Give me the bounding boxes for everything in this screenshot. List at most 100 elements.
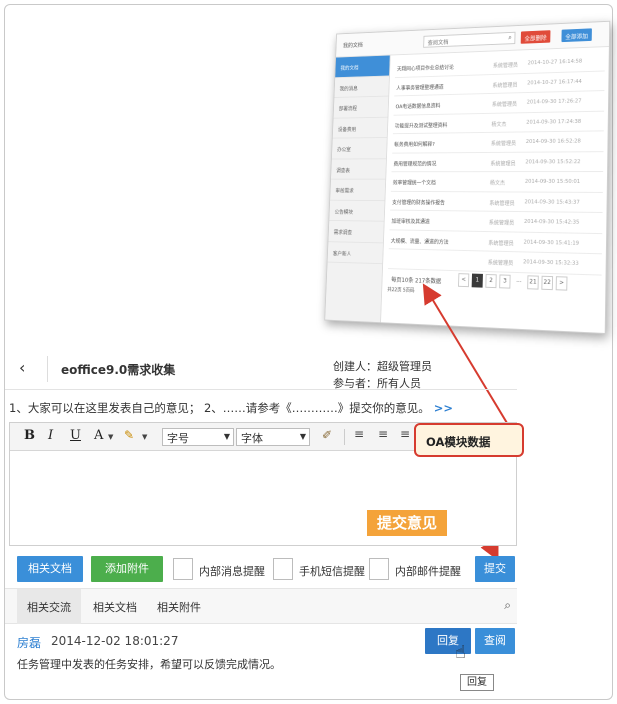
thumb-document-row[interactable]: 系统管理员 2014-09-30 15:32:33 <box>388 249 602 276</box>
thumb-pager-button[interactable]: 21 <box>527 275 539 290</box>
thumb-doc-title: 支付管理的财务操作报告 <box>392 199 445 206</box>
tab-related-docs[interactable]: 相关文档 <box>93 599 137 615</box>
add-attachment-button[interactable]: 添加附件 <box>91 556 163 582</box>
thumb-doc-date: 2014-09-30 16:52:28 <box>525 138 581 145</box>
description: 1、大家可以在这里发表自己的意见； 2、……请参考《…………》提交你的意见。 >> <box>9 400 453 416</box>
hand-cursor-icon: ☝ <box>455 642 466 663</box>
tab-related-discussion[interactable]: 相关交流 <box>17 589 81 624</box>
thumb-doc-author: 系统管理员 <box>490 141 517 148</box>
thumb-doc-title: 效率管理统一个文档 <box>392 180 436 187</box>
highlight-dropdown-icon[interactable]: ▼ <box>142 433 147 441</box>
thumb-doc-title: OA电话数据信息资料 <box>395 103 441 111</box>
internal-mail-checkbox[interactable] <box>369 558 389 580</box>
thumb-doc-date: 2014-10-27 16:14:58 <box>527 58 583 67</box>
panel-header: ‹ eoffice9.0需求收集 创建人：超级管理员 参与者：所有人员 <box>5 348 517 390</box>
action-bar: 相关文档 添加附件 内部消息提醒 手机短信提醒 内部邮件提醒 提交 <box>5 552 517 584</box>
thumb-pager-button[interactable]: 2 <box>485 274 497 289</box>
thumb-doc-date: 2014-09-30 15:50:01 <box>524 178 581 185</box>
page-title: eoffice9.0需求收集 <box>61 363 176 377</box>
related-docs-button[interactable]: 相关文档 <box>17 556 83 582</box>
thumb-sidebar-item[interactable]: 客户新人 <box>327 241 383 265</box>
reply-tooltip: 回复 <box>460 674 494 691</box>
thumb-add-all-button[interactable]: 全部添加 <box>561 28 592 43</box>
thumb-sidebar-item[interactable]: 需求调查 <box>328 220 384 243</box>
thumb-doc-date: 2014-09-30 15:52:22 <box>525 158 581 165</box>
submit-opinion-callout: 提交意见 <box>367 510 448 536</box>
thumb-sidebar-item[interactable]: 调查表 <box>330 158 387 180</box>
thumb-sidebar-item[interactable]: 办公室 <box>331 137 387 160</box>
thumb-document-row[interactable]: 支付管理的财务操作报告 系统管理员 2014-09-30 15:43:37 <box>390 191 603 213</box>
thumb-doc-title: 天翔同心项目作业总结讨论 <box>396 65 454 73</box>
thumb-pager-button[interactable]: 3 <box>499 274 511 289</box>
thumb-sidebar-item[interactable]: 我的文档 <box>335 55 390 78</box>
bold-button[interactable]: B <box>24 428 35 443</box>
align-center-icon[interactable]: ≡ <box>378 427 388 441</box>
submit-button[interactable]: 提交 <box>475 556 515 582</box>
thumb-sidebar-item[interactable]: 设备费用 <box>332 117 388 139</box>
thumb-doc-title: 费用管理规范的情况 <box>393 161 437 168</box>
document-list-thumbnail: 我的文档 查阅文档 ⌕ 全部删除 全部添加 我的文档 我的消息 部署流程 设备费… <box>324 20 611 335</box>
chevron-down-icon: ▼ <box>299 432 306 441</box>
thumb-document-row[interactable]: 功能提升及测试整理资料 杨文杰 2014-09-30 17:24:38 <box>392 111 605 135</box>
comment-body: 任务管理中发表的任务安排，希望可以反馈完成情况。 <box>17 658 281 671</box>
thumb-doc-date: 2014-09-30 17:26:27 <box>526 98 582 106</box>
font-family-value: 字体 <box>241 432 263 445</box>
font-size-select[interactable]: 字号 ▼ <box>162 428 234 446</box>
search-icon[interactable]: ⌕ <box>504 598 511 613</box>
thumb-doc-author: 系统管理员 <box>491 101 518 109</box>
thumb-pager-button[interactable]: 22 <box>541 275 554 291</box>
font-family-select[interactable]: 字体 ▼ <box>236 428 310 446</box>
thumb-doc-author: 系统管理员 <box>492 62 518 70</box>
creator-label: 创建人：超级管理员 <box>333 360 432 373</box>
participants-label: 参与者：所有人员 <box>333 377 421 390</box>
thumb-doc-date: 2014-10-27 16:17:44 <box>527 78 582 86</box>
comment-author[interactable]: 房磊 <box>17 634 41 651</box>
align-right-icon[interactable]: ≡ <box>400 427 410 441</box>
thumb-sidebar: 我的文档 我的消息 部署流程 设备费用 办公室 调查表 审核需求 公告模块 需求… <box>325 55 391 323</box>
thumb-pager-button[interactable]: 1 <box>471 273 483 288</box>
underline-button[interactable]: U <box>70 428 81 443</box>
thumb-sidebar-item[interactable]: 部署流程 <box>333 96 389 119</box>
thumb-sidebar-item[interactable]: 审核需求 <box>330 179 386 201</box>
thumb-title: 我的文档 <box>342 42 363 50</box>
thumb-document-row[interactable]: 效率管理统一个文档 杨文杰 2014-09-30 15:50:01 <box>390 172 604 193</box>
thumb-doc-author: 系统管理员 <box>488 240 514 247</box>
thumb-document-row[interactable]: 费用管理规范的情况 系统管理员 2014-09-30 15:52:22 <box>391 151 604 173</box>
sms-checkbox[interactable] <box>273 558 293 580</box>
thumb-document-list: 天翔同心项目作业总结讨论 系统管理员 2014-10-27 16:14:58 人事事务… <box>388 51 605 276</box>
internal-msg-checkbox[interactable] <box>173 558 193 580</box>
thumb-search-input[interactable]: 查阅文档 ⌕ <box>423 31 516 48</box>
thumb-doc-title: 功能提升及测试整理资料 <box>394 122 448 130</box>
toolbar-divider <box>344 429 345 445</box>
highlight-color-icon[interactable]: ✎ <box>124 428 134 442</box>
thumb-doc-date: 2014-09-30 15:43:37 <box>524 198 580 206</box>
expand-more-link[interactable]: >> <box>434 401 453 415</box>
thumb-sidebar-item[interactable]: 我的消息 <box>334 75 390 98</box>
header-divider <box>47 356 48 382</box>
thumb-doc-author: 系统管理员 <box>489 200 515 207</box>
tab-related-attachments[interactable]: 相关附件 <box>157 599 201 615</box>
thumb-pager: <1 2 3... 21 22 > <box>458 273 568 291</box>
thumb-doc-date: 2014-09-30 15:41:19 <box>523 239 580 247</box>
back-icon[interactable]: ‹ <box>19 358 25 377</box>
align-left-icon[interactable]: ≡ <box>354 427 364 441</box>
thumb-document-row[interactable]: 帐务费用如何解释? 系统管理员 2014-09-30 16:52:28 <box>392 131 604 154</box>
font-color-dropdown-icon[interactable]: ▼ <box>108 433 113 441</box>
italic-button[interactable]: I <box>48 428 53 443</box>
font-color-button[interactable]: A <box>94 428 103 443</box>
thumb-delete-all-button[interactable]: 全部删除 <box>520 30 551 44</box>
comment-timestamp: 2014-12-02 18:01:27 <box>51 634 179 648</box>
thumb-pager-button[interactable]: < <box>458 273 470 288</box>
thumb-pager-button[interactable]: > <box>555 276 568 291</box>
thumb-doc-title: 帐务费用如何解释? <box>394 142 435 149</box>
thumb-footer-text-2: 共22页 5页码 <box>387 287 415 294</box>
thumb-doc-author: 系统管理员 <box>492 82 518 89</box>
sms-label: 手机短信提醒 <box>299 565 365 578</box>
thumb-pager-button: ... <box>516 276 522 285</box>
thumb-doc-author: 杨文杰 <box>489 180 506 187</box>
thumb-sidebar-item[interactable]: 公告模块 <box>329 200 385 222</box>
search-icon: ⌕ <box>508 33 512 42</box>
thumb-doc-author: 系统管理员 <box>487 260 514 267</box>
view-button[interactable]: 查阅 <box>475 628 515 654</box>
insert-image-icon[interactable]: ✐ <box>322 428 332 442</box>
